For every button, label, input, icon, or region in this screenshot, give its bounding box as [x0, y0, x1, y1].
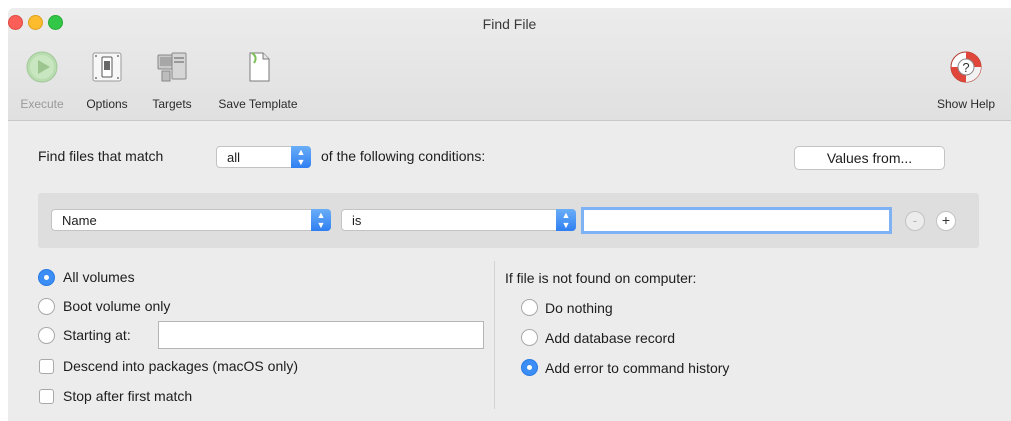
popup-arrows-icon: ▲ ▼ — [291, 146, 311, 168]
descend-packages-checkbox[interactable] — [39, 359, 54, 374]
save-template-button[interactable]: Save Template — [206, 45, 310, 111]
targets-button[interactable]: Targets — [144, 45, 200, 111]
match-mode-value: all — [227, 150, 241, 165]
show-help-button[interactable]: ? Show Help — [926, 45, 1006, 111]
match-mode-popup[interactable]: all ▲ ▼ — [216, 146, 311, 168]
document-icon — [249, 52, 270, 82]
execute-button[interactable]: Execute — [14, 45, 70, 111]
match-prefix-label: Find files that match — [38, 148, 164, 164]
window-title: Find File — [482, 16, 537, 32]
values-from-button[interactable]: Values from... — [794, 146, 945, 170]
do-nothing-radio[interactable] — [521, 299, 538, 316]
condition-operator-popup[interactable]: is ▲ ▼ — [341, 209, 576, 231]
descend-packages-label: Descend into packages (macOS only) — [63, 358, 298, 374]
title-bar: Find File Execute Options Targets Save T… — [8, 8, 1011, 121]
boot-volume-label: Boot volume only — [63, 298, 171, 314]
find-panel: Find files that match all ▲ ▼ of the foll… — [8, 121, 1011, 421]
popup-arrows-icon: ▲ ▼ — [311, 209, 331, 231]
condition-field-value: Name — [62, 213, 97, 228]
add-database-record-radio[interactable] — [521, 329, 538, 346]
options-button[interactable]: Options — [78, 45, 136, 111]
stop-first-match-checkbox[interactable] — [39, 389, 54, 404]
add-error-radio[interactable] — [521, 359, 538, 376]
starting-at-label: Starting at: — [63, 327, 131, 343]
stop-first-match-label: Stop after first match — [63, 388, 193, 404]
match-suffix-label: of the following conditions: — [321, 148, 486, 164]
do-nothing-label: Do nothing — [545, 300, 613, 316]
svg-text:?: ? — [962, 60, 969, 75]
add-database-record-label: Add database record — [545, 330, 675, 346]
lifebuoy-help-icon: ? — [950, 51, 982, 83]
boot-volume-radio[interactable] — [38, 298, 55, 315]
all-volumes-radio[interactable] — [38, 269, 55, 286]
switch-icon — [92, 52, 122, 82]
remove-condition-button[interactable]: - — [905, 211, 925, 231]
starting-at-radio[interactable] — [38, 327, 55, 344]
add-error-label: Add error to command history — [545, 360, 730, 376]
condition-operator-value: is — [352, 213, 362, 228]
condition-value-input[interactable] — [581, 207, 892, 234]
all-volumes-label: All volumes — [63, 269, 135, 285]
popup-arrows-icon: ▲ ▼ — [556, 209, 576, 231]
starting-at-input[interactable] — [158, 321, 484, 349]
play-icon — [26, 51, 58, 83]
condition-field-popup[interactable]: Name ▲ ▼ — [51, 209, 331, 231]
computers-icon — [157, 52, 187, 82]
find-file-window: Find File Execute Options Targets Save T… — [8, 8, 1011, 421]
add-condition-button[interactable]: + — [936, 211, 956, 231]
not-found-heading: If file is not found on computer: — [505, 270, 697, 286]
condition-row: Name ▲ ▼ is ▲ ▼ - + — [38, 193, 979, 248]
section-divider — [494, 261, 495, 409]
